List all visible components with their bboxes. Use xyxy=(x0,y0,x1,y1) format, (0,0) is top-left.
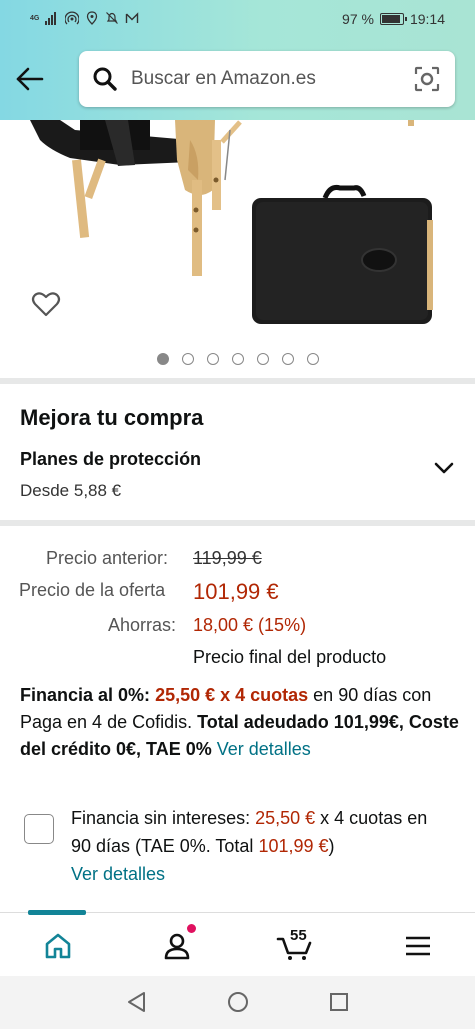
financing-option-total: 101,99 € xyxy=(258,836,329,856)
pagination-dot[interactable] xyxy=(281,353,294,365)
financing-option-amount: 25,50 € xyxy=(255,808,316,828)
status-icons-left: 4G xyxy=(30,11,139,25)
signal-icon xyxy=(45,12,57,25)
pagination-dot[interactable] xyxy=(181,353,194,365)
system-navigation xyxy=(0,976,475,1029)
status-bar: 4G 97 % 19:14 xyxy=(0,0,475,40)
active-tab-indicator xyxy=(28,910,86,915)
battery-icon xyxy=(379,13,407,25)
clock: 19:14 xyxy=(409,11,445,27)
financing-details-link[interactable]: Ver detalles xyxy=(217,739,311,759)
home-icon[interactable] xyxy=(43,931,73,961)
financing-installments: 25,50 € x 4 cuotas xyxy=(155,685,309,705)
search-input[interactable] xyxy=(131,68,401,90)
final-price-note: Precio final del producto xyxy=(193,647,387,667)
financing-checkbox[interactable] xyxy=(24,814,54,844)
wishlist-heart-icon[interactable] xyxy=(30,288,62,320)
savings-label: Ahorras: xyxy=(108,615,177,635)
upgrade-heading: Mejora tu compra xyxy=(20,405,204,430)
back-arrow-icon[interactable] xyxy=(14,62,48,96)
financing-info: Financia al 0%: 25,50 € x 4 cuotas en 90… xyxy=(20,682,460,763)
search-bar[interactable] xyxy=(79,51,455,107)
system-back-icon[interactable] xyxy=(125,990,149,1014)
deal-price-label: Precio de la oferta xyxy=(19,580,166,600)
cart-count: 55 xyxy=(290,927,307,944)
pagination-dot[interactable] xyxy=(156,353,169,365)
pagination-dot[interactable] xyxy=(206,353,219,365)
mail-icon xyxy=(126,12,139,23)
notification-dot xyxy=(187,924,196,933)
account-icon[interactable] xyxy=(162,931,192,961)
chevron-down-icon[interactable] xyxy=(433,457,455,479)
product-image-gallery[interactable] xyxy=(0,120,475,378)
system-recents-icon[interactable] xyxy=(327,990,351,1014)
pagination-dot[interactable] xyxy=(306,353,319,365)
camera-search-icon[interactable] xyxy=(413,65,441,93)
product-image xyxy=(30,120,433,324)
mute-notifications-icon xyxy=(106,12,119,24)
menu-icon[interactable] xyxy=(403,931,433,961)
location-icon xyxy=(87,11,98,25)
battery-percent: 97 % xyxy=(342,11,374,27)
financing-option[interactable]: Financia sin intereses: 25,50 € x 4 cuot… xyxy=(71,804,451,888)
network-type: 4G xyxy=(30,14,40,22)
protection-plan-price: Desde 5,88 € xyxy=(20,481,122,500)
financing-lead: Financia al 0%: xyxy=(20,685,151,705)
image-pagination xyxy=(0,353,475,365)
bottom-navigation: 55 xyxy=(0,912,475,976)
deal-price-value: 101,99 € xyxy=(193,579,279,604)
hotspot-icon xyxy=(65,11,80,25)
financing-option-prefix: Financia sin intereses: xyxy=(71,808,256,828)
pagination-dot[interactable] xyxy=(256,353,269,365)
financing-option-suffix: ) xyxy=(328,836,335,856)
previous-price-label: Precio anterior: xyxy=(46,548,169,568)
pagination-dot[interactable] xyxy=(231,353,244,365)
previous-price-value: 119,99 € xyxy=(193,548,262,568)
savings-value: 18,00 € (15%) xyxy=(193,615,307,635)
section-divider xyxy=(0,378,475,384)
system-home-icon[interactable] xyxy=(226,990,250,1014)
search-icon xyxy=(93,67,117,91)
status-icons-right: 97 % 19:14 xyxy=(342,11,445,27)
protection-plan-title[interactable]: Planes de protección xyxy=(20,449,201,470)
financing-option-details-link[interactable]: Ver detalles xyxy=(71,864,165,884)
section-divider xyxy=(0,520,475,526)
